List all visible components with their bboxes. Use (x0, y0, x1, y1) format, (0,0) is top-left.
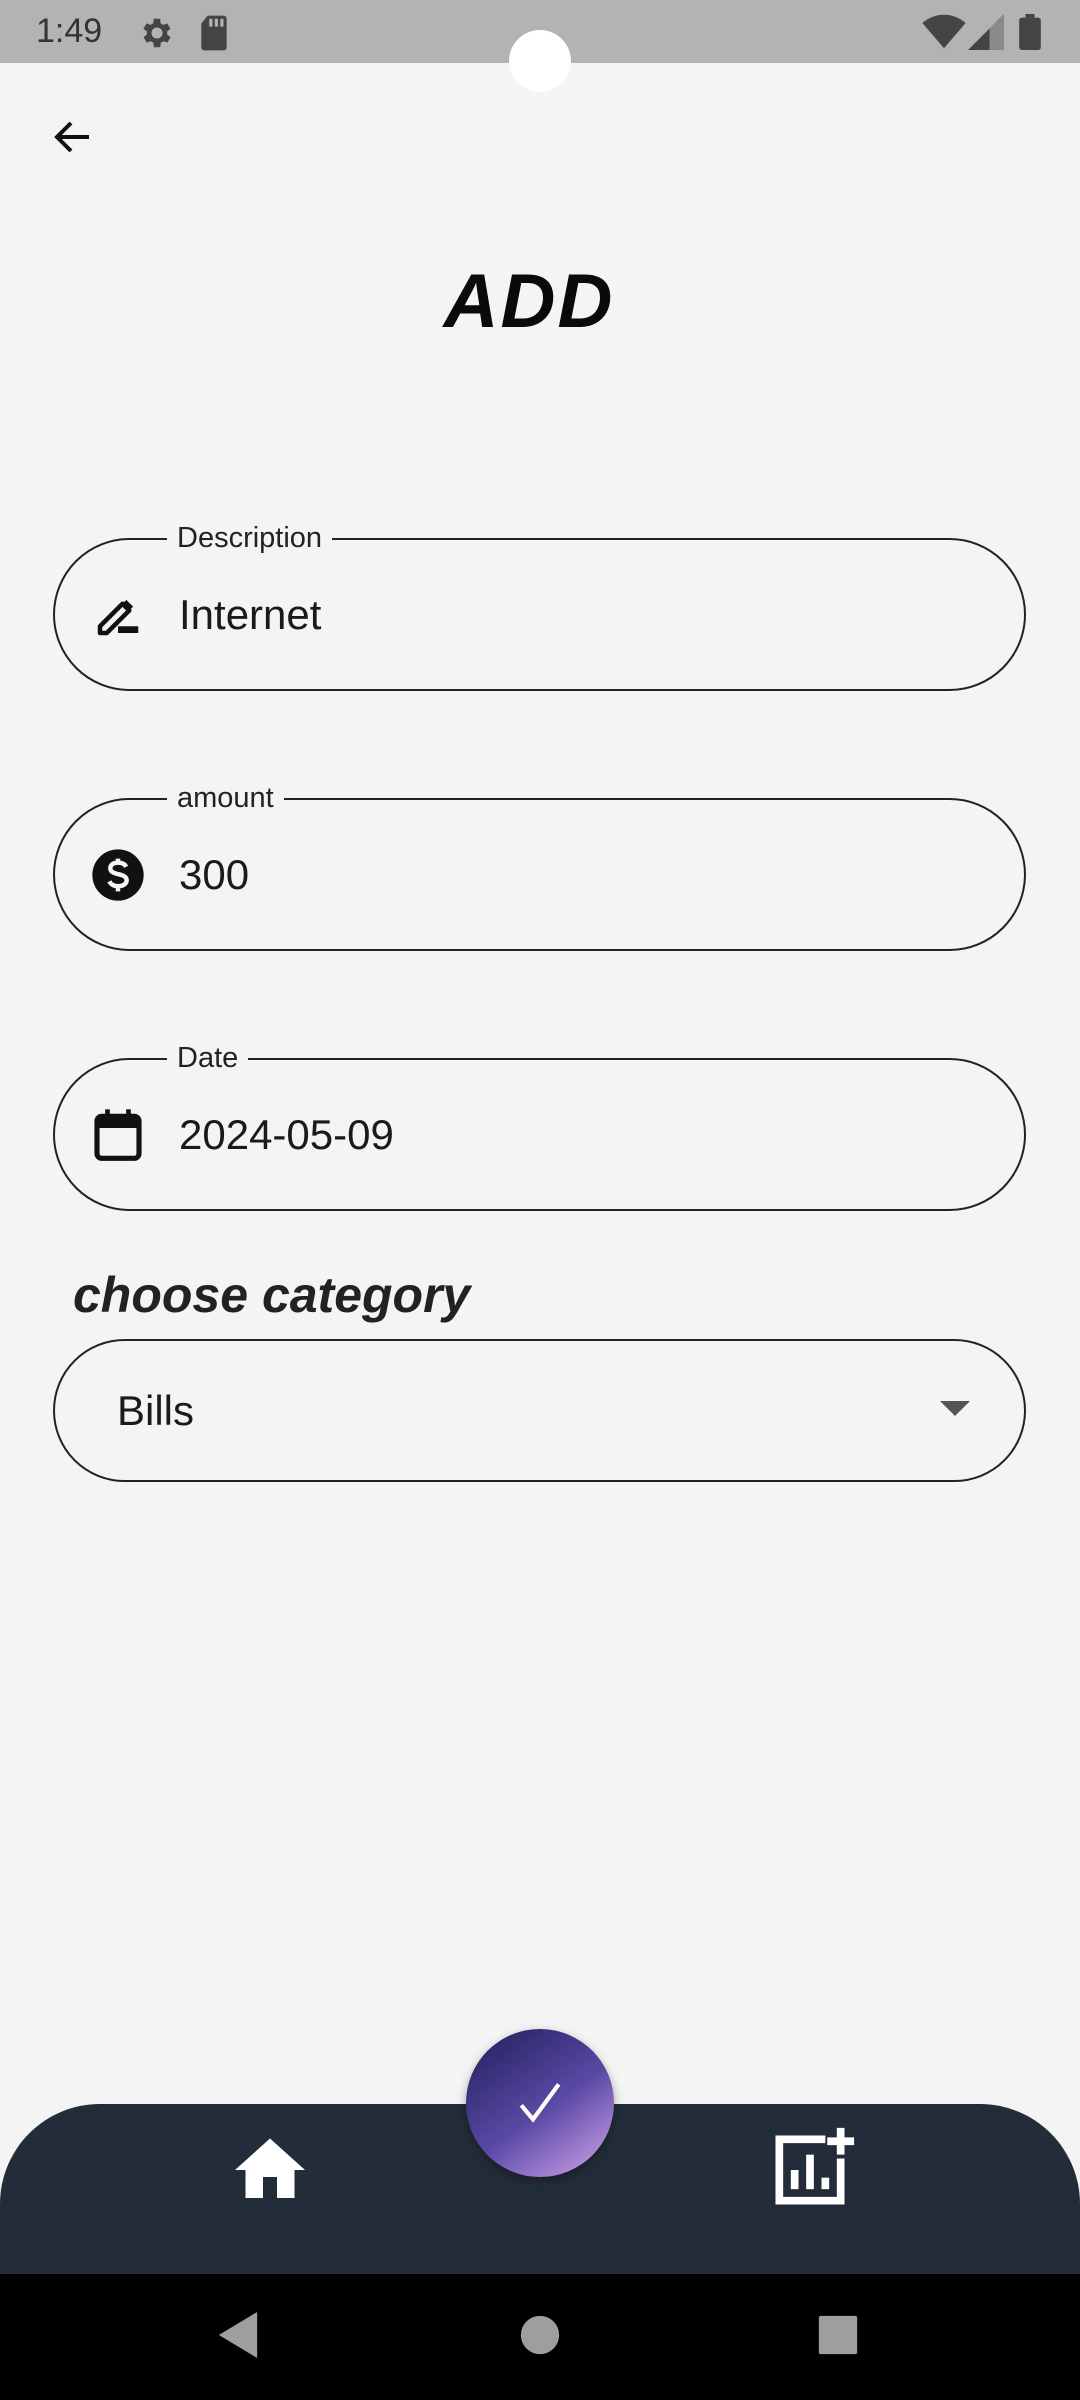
system-navigation-bar (0, 2274, 1080, 2400)
back-button[interactable] (36, 100, 110, 174)
battery-icon (1019, 14, 1041, 50)
date-label: Date (167, 1041, 249, 1075)
edit-icon (89, 586, 147, 644)
arrow-back-icon (54, 121, 89, 153)
home-circle-icon[interactable] (520, 2312, 560, 2358)
description-label: Description (167, 521, 333, 555)
description-input[interactable]: Internet (179, 586, 321, 644)
back-triangle-icon[interactable] (218, 2312, 258, 2358)
amount-field[interactable]: amount 300 (53, 781, 1026, 951)
dropdown-arrow-icon[interactable] (940, 1401, 970, 1416)
check-icon (519, 2083, 561, 2123)
wifi-icon (922, 14, 966, 49)
recents-square-icon[interactable] (818, 2312, 858, 2358)
page-title: ADD (443, 259, 615, 344)
confirm-fab-button[interactable] (466, 2029, 614, 2177)
home-icon (235, 2138, 305, 2198)
add-chart-icon (775, 2127, 855, 2205)
description-field[interactable]: Description Internet (53, 521, 1026, 691)
camera-cutout (509, 30, 571, 92)
amount-input[interactable]: 300 (179, 846, 249, 904)
nav-home-button[interactable] (228, 2128, 312, 2212)
category-selected: Bills (117, 1387, 195, 1434)
date-input[interactable]: 2024-05-09 (179, 1106, 394, 1164)
dollar-icon (89, 846, 147, 904)
category-heading: choose category (73, 1267, 471, 1323)
category-dropdown[interactable]: Bills (53, 1339, 1026, 1482)
status-time: 1:49 (36, 12, 103, 50)
amount-label: amount (167, 781, 284, 815)
sd-card-icon (201, 15, 227, 51)
calendar-icon (89, 1106, 147, 1164)
settings-icon (143, 18, 171, 48)
date-field[interactable]: Date 2024-05-09 (53, 1041, 1026, 1211)
nav-add-chart-button[interactable] (764, 2124, 856, 2216)
signal-icon (968, 14, 1004, 50)
